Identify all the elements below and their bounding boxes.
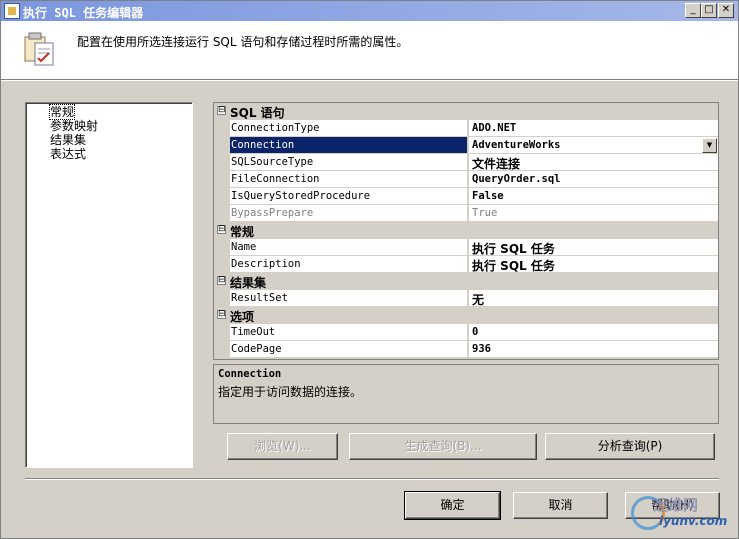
property-name: Connection [231, 139, 295, 151]
window-title: 执行 SQL 任务编辑器 [23, 6, 144, 20]
build-query-button[interactable]: 生成查询(B)... [349, 433, 537, 460]
app-icon [4, 3, 20, 19]
property-value: False [472, 190, 504, 202]
property-name: ResultSet [231, 292, 288, 304]
property-name: FileConnection [231, 173, 320, 185]
category-label: SQL 语句 [230, 106, 285, 120]
property-row-name[interactable]: Name 执行 SQL 任务 [214, 239, 718, 256]
maximize-button[interactable]: □ [701, 3, 717, 18]
header-description: 配置在使用所选连接运行 SQL 语句和存储过程时所需的属性。 [77, 35, 409, 49]
page-list[interactable]: 常规 参数映射 结果集 表达式 [25, 102, 193, 468]
title-bar[interactable]: 执行 SQL 任务编辑器 _ □ ✕ [1, 1, 738, 21]
header-panel: 配置在使用所选连接运行 SQL 语句和存储过程时所需的属性。 [1, 21, 738, 79]
property-name: CodePage [231, 343, 282, 355]
property-row-fileconnection[interactable]: FileConnection QueryOrder.sql [214, 171, 718, 188]
minimize-button[interactable]: _ [685, 3, 701, 18]
nav-item-expressions[interactable]: 表达式 [50, 147, 86, 161]
property-value: 无 [472, 293, 485, 307]
watermark-bottom-text: iyunv.com [659, 514, 728, 528]
category-options[interactable]: ⊟ 选项 [214, 307, 718, 324]
property-grid: ⊟ SQL 语句 ConnectionType ADO.NET Connecti… [213, 102, 719, 360]
property-value: True [472, 207, 498, 219]
property-value: 执行 SQL 任务 [472, 242, 555, 256]
property-row-connection[interactable]: Connection AdventureWorks ▼ [214, 137, 718, 154]
collapse-icon[interactable]: ⊟ [217, 276, 226, 285]
property-value: 执行 SQL 任务 [472, 259, 555, 273]
property-name: IsQueryStoredProcedure [231, 190, 371, 202]
collapse-icon[interactable]: ⊟ [217, 225, 226, 234]
footer-separator [25, 478, 719, 480]
property-name: BypassPrepare [231, 207, 314, 219]
watermark-top-text: 运维网 [653, 496, 699, 514]
property-value: AdventureWorks [472, 139, 561, 151]
property-name: ConnectionType [231, 122, 320, 134]
property-value: 936 [472, 343, 491, 355]
header-separator [1, 79, 738, 81]
collapse-icon[interactable]: ⊟ [217, 310, 226, 319]
ok-button[interactable]: 确定 [404, 491, 501, 520]
description-title: Connection [218, 368, 282, 380]
parse-query-button[interactable]: 分析查询(P) [545, 433, 715, 460]
property-name: Description [231, 258, 301, 270]
property-row-codepage[interactable]: CodePage 936 [214, 341, 718, 358]
property-row-isquerystoredprocedure[interactable]: IsQueryStoredProcedure False [214, 188, 718, 205]
browse-button[interactable]: 浏览(W)... [227, 433, 338, 460]
property-description-panel: Connection 指定用于访问数据的连接。 [213, 364, 719, 424]
category-label: 结果集 [230, 276, 267, 290]
category-label: 常规 [230, 225, 255, 239]
property-value: 0 [472, 326, 479, 338]
site-watermark: 运维网 iyunv.com [629, 492, 735, 536]
close-button[interactable]: ✕ [718, 3, 734, 18]
property-row-bypassprepare: BypassPrepare True [214, 205, 718, 222]
cancel-button[interactable]: 取消 [513, 492, 608, 519]
nav-item-result-set[interactable]: 结果集 [50, 133, 86, 147]
property-row-resultset[interactable]: ResultSet 无 [214, 290, 718, 307]
collapse-icon[interactable]: ⊟ [217, 106, 226, 115]
task-editor-window: 执行 SQL 任务编辑器 _ □ ✕ 配置在使用所选连接运行 SQL 语句和存储… [0, 0, 739, 539]
category-sql-statement[interactable]: ⊟ SQL 语句 [214, 103, 718, 120]
property-value: ADO.NET [472, 122, 517, 134]
property-row-timeout[interactable]: TimeOut 0 [214, 324, 718, 341]
property-value: 文件连接 [472, 157, 521, 171]
category-general[interactable]: ⊟ 常规 [214, 222, 718, 239]
task-config-icon [24, 32, 54, 66]
property-row-description[interactable]: Description 执行 SQL 任务 [214, 256, 718, 273]
nav-item-general[interactable]: 常规 [48, 104, 76, 120]
property-name: Name [231, 241, 257, 253]
dropdown-arrow-icon[interactable]: ▼ [702, 138, 717, 153]
property-row-sqlsourcetype[interactable]: SQLSourceType 文件连接 [214, 154, 718, 171]
property-name: TimeOut [231, 326, 276, 338]
category-label: 选项 [230, 310, 255, 324]
description-text: 指定用于访问数据的连接。 [218, 385, 363, 399]
property-row-connectiontype[interactable]: ConnectionType ADO.NET [214, 120, 718, 137]
property-value: QueryOrder.sql [472, 173, 561, 185]
category-result-set[interactable]: ⊟ 结果集 [214, 273, 718, 290]
property-name: SQLSourceType [231, 156, 314, 168]
nav-item-parameter-mapping[interactable]: 参数映射 [50, 119, 98, 133]
